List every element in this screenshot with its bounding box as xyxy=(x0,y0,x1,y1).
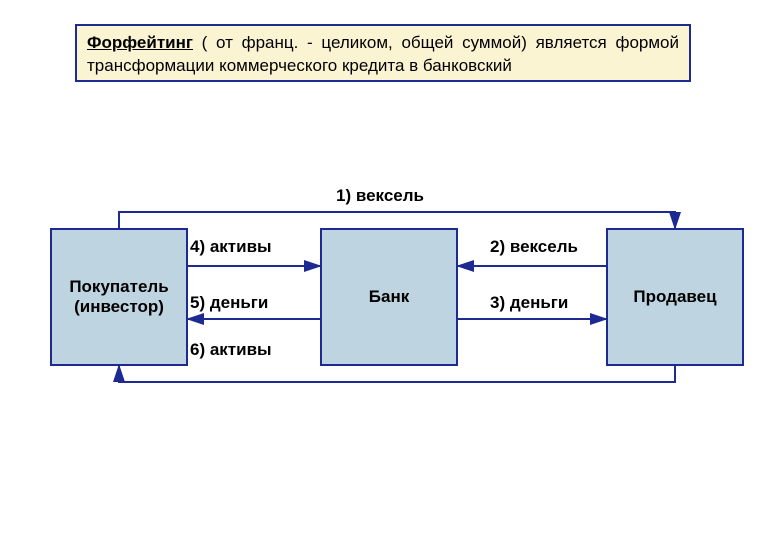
label-1-veksel: 1) вексель xyxy=(320,186,440,206)
node-buyer: Покупатель (инвестор) xyxy=(50,228,188,366)
label-6-aktivy: 6) активы xyxy=(190,340,300,360)
definition-term: Форфейтинг xyxy=(87,33,193,52)
node-bank: Банк xyxy=(320,228,458,366)
label-5-dengi: 5) деньги xyxy=(190,293,300,313)
label-3-dengi: 3) деньги xyxy=(490,293,600,313)
label-4-aktivy: 4) активы xyxy=(190,237,300,257)
label-2-veksel: 2) вексель xyxy=(490,237,600,257)
node-seller: Продавец xyxy=(606,228,744,366)
definition-box: Форфейтинг ( от франц. - целиком, общей … xyxy=(75,24,691,82)
